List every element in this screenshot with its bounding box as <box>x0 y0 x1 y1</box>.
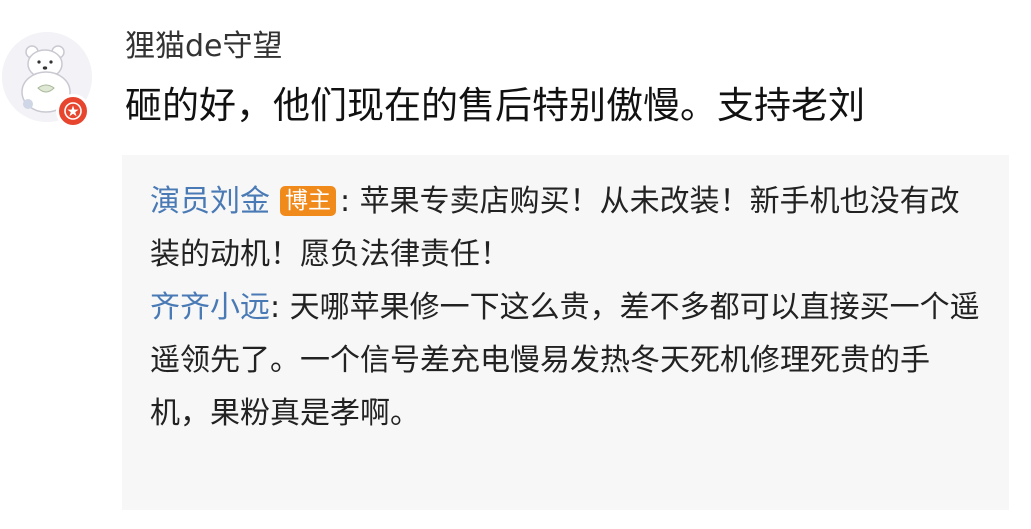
comment-text: 砸的好，他们现在的售后特别傲慢。支持老刘 <box>125 84 865 127</box>
star-icon <box>64 102 82 120</box>
reply-separator: : <box>340 184 351 219</box>
comment-page: 狸猫de守望 砸的好，他们现在的售后特别傲慢。支持老刘 演员刘金 博主: 苹果专卖… <box>0 0 1031 529</box>
reply-author[interactable]: 齐齐小远 <box>150 290 270 325</box>
reply-item[interactable]: 齐齐小远: 天哪苹果修一下这么贵，差不多都可以直接买一个遥遥领先了。一个信号差充… <box>150 281 983 440</box>
reply-item[interactable]: 演员刘金 博主: 苹果专卖店购买！从未改装！新手机也没有改装的动机！愿负法律责任！ <box>150 175 983 281</box>
reply-separator: : <box>270 290 281 325</box>
verified-badge <box>56 94 90 128</box>
reply-panel[interactable]: 演员刘金 博主: 苹果专卖店购买！从未改装！新手机也没有改装的动机！愿负法律责任！… <box>122 155 1009 510</box>
comment-username[interactable]: 狸猫de守望 <box>125 27 283 67</box>
author-badge: 博主 <box>280 186 336 216</box>
reply-author[interactable]: 演员刘金 <box>150 184 270 219</box>
reply-text: 苹果专卖店购买！从未改装！新手机也没有改装的动机！愿负法律责任！ <box>150 184 960 272</box>
